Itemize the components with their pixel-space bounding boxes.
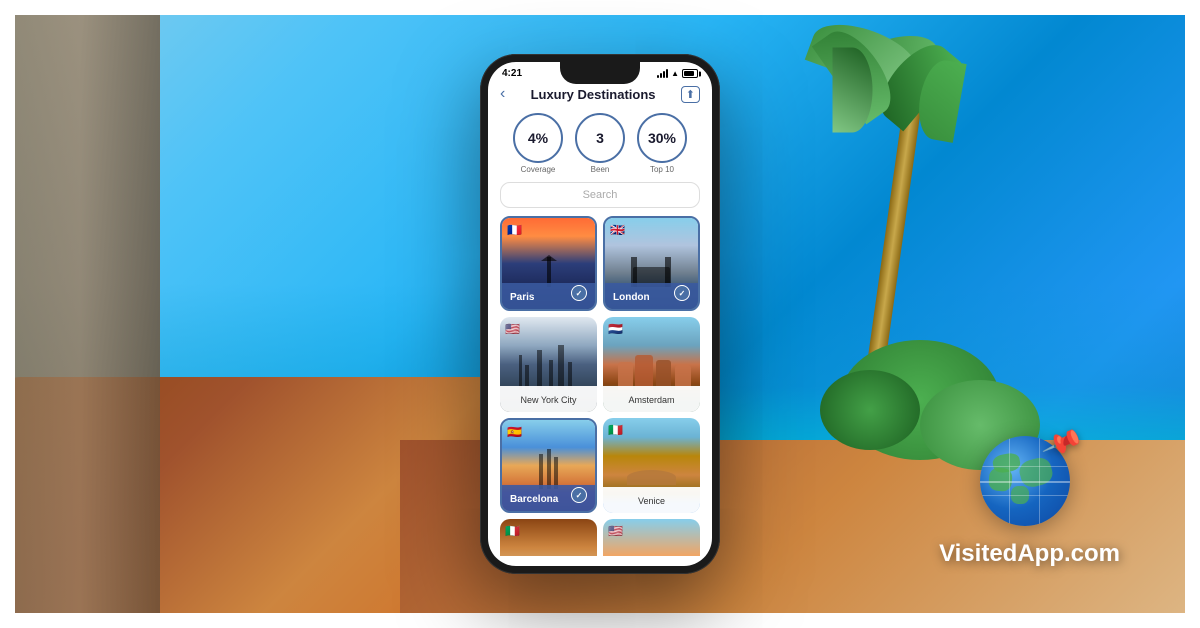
destination-venice[interactable]: 🇮🇹 Venice xyxy=(603,418,700,513)
barcelona-checkmark: ✓ xyxy=(571,487,587,503)
paris-flag: 🇫🇷 xyxy=(507,223,522,237)
destination-amsterdam[interactable]: 🇳🇱 Amsterdam xyxy=(603,317,700,412)
globe-line-1 xyxy=(980,466,1070,467)
globe-equator xyxy=(980,481,1070,483)
nyc-building3 xyxy=(537,350,542,390)
app-title: Luxury Destinations xyxy=(531,87,656,102)
dubai-flag: 🇺🇸 xyxy=(608,524,623,538)
stat-been: 3 Been xyxy=(575,113,625,174)
battery-fill xyxy=(684,71,694,76)
app-header: ‹ Luxury Destinations ⬆ xyxy=(488,81,712,109)
phone-screen: 4:21 ▲ ‹ Luxury Destinations ⬆ xyxy=(488,62,712,566)
london-flag: 🇬🇧 xyxy=(610,223,625,237)
stat-top10: 30% Top 10 xyxy=(637,113,687,174)
sagrada-tower1 xyxy=(539,454,543,489)
logo-area: 📌 VisitedApp.com xyxy=(939,436,1120,568)
london-name: London xyxy=(613,292,650,303)
stats-row: 4% Coverage 3 Been 30% Top 10 xyxy=(488,109,712,182)
destination-nyc[interactable]: 🇺🇸 New York City xyxy=(500,317,597,412)
amsterdam-flag: 🇳🇱 xyxy=(608,322,623,336)
been-ring: 3 xyxy=(575,113,625,163)
destination-dubai[interactable]: 🇺🇸 Dubai xyxy=(603,519,700,556)
search-placeholder: Search xyxy=(583,189,618,201)
share-button[interactable]: ⬆ xyxy=(681,86,700,103)
amsterdam-house2 xyxy=(635,355,653,390)
amsterdam-label: Amsterdam xyxy=(603,386,700,412)
destination-rome[interactable]: 🇮🇹 Rome xyxy=(500,519,597,556)
destination-grid: 🇫🇷 ✓ Paris 🇬🇧 ✓ xyxy=(488,216,712,556)
top10-value: 30% xyxy=(648,130,676,146)
globe-icon: 📌 xyxy=(980,436,1080,536)
nyc-flag: 🇺🇸 xyxy=(505,322,520,336)
eiffel-top xyxy=(541,255,557,261)
battery-icon xyxy=(682,69,698,78)
top10-ring: 30% xyxy=(637,113,687,163)
destination-paris[interactable]: 🇫🇷 ✓ Paris xyxy=(500,216,597,311)
amsterdam-name: Amsterdam xyxy=(628,395,674,405)
nyc-building5 xyxy=(558,345,564,390)
status-icons: ▲ xyxy=(657,69,698,78)
rome-flag: 🇮🇹 xyxy=(505,524,520,538)
phone-wrapper: 4:21 ▲ ‹ Luxury Destinations ⬆ xyxy=(480,54,720,574)
been-value: 3 xyxy=(596,130,604,146)
barcelona-flag: 🇪🇸 xyxy=(507,425,522,439)
wifi-icon: ▲ xyxy=(671,69,679,78)
globe-line-2 xyxy=(980,495,1070,496)
top10-label: Top 10 xyxy=(650,165,674,174)
destination-london[interactable]: 🇬🇧 ✓ London xyxy=(603,216,700,311)
coverage-label: Coverage xyxy=(521,165,556,174)
status-time: 4:21 xyxy=(502,68,522,79)
paris-name: Paris xyxy=(510,292,534,303)
nyc-label: New York City xyxy=(500,386,597,412)
destination-barcelona[interactable]: 🇪🇸 ✓ Barcelona xyxy=(500,418,597,513)
coverage-ring: 4% xyxy=(513,113,563,163)
nyc-name: New York City xyxy=(520,395,576,405)
sagrada-tower2 xyxy=(547,449,551,489)
phone-notch xyxy=(560,62,640,84)
venice-label: Venice xyxy=(603,487,700,513)
barcelona-name: Barcelona xyxy=(510,494,558,505)
coverage-value: 4% xyxy=(528,130,548,146)
phone-device: 4:21 ▲ ‹ Luxury Destinations ⬆ xyxy=(480,54,720,574)
search-bar[interactable]: Search xyxy=(500,182,700,208)
signal-bars-icon xyxy=(657,69,668,78)
rialto-bridge xyxy=(627,470,676,485)
back-button[interactable]: ‹ xyxy=(500,85,505,103)
land-mass-3 xyxy=(1017,455,1054,489)
nyc-building1 xyxy=(519,355,522,390)
venice-flag: 🇮🇹 xyxy=(608,423,623,437)
stat-coverage: 4% Coverage xyxy=(513,113,563,174)
paris-checkmark: ✓ xyxy=(571,285,587,301)
been-label: Been xyxy=(591,165,610,174)
london-checkmark: ✓ xyxy=(674,285,690,301)
venice-name: Venice xyxy=(638,496,665,506)
app-url: VisitedApp.com xyxy=(939,540,1120,568)
